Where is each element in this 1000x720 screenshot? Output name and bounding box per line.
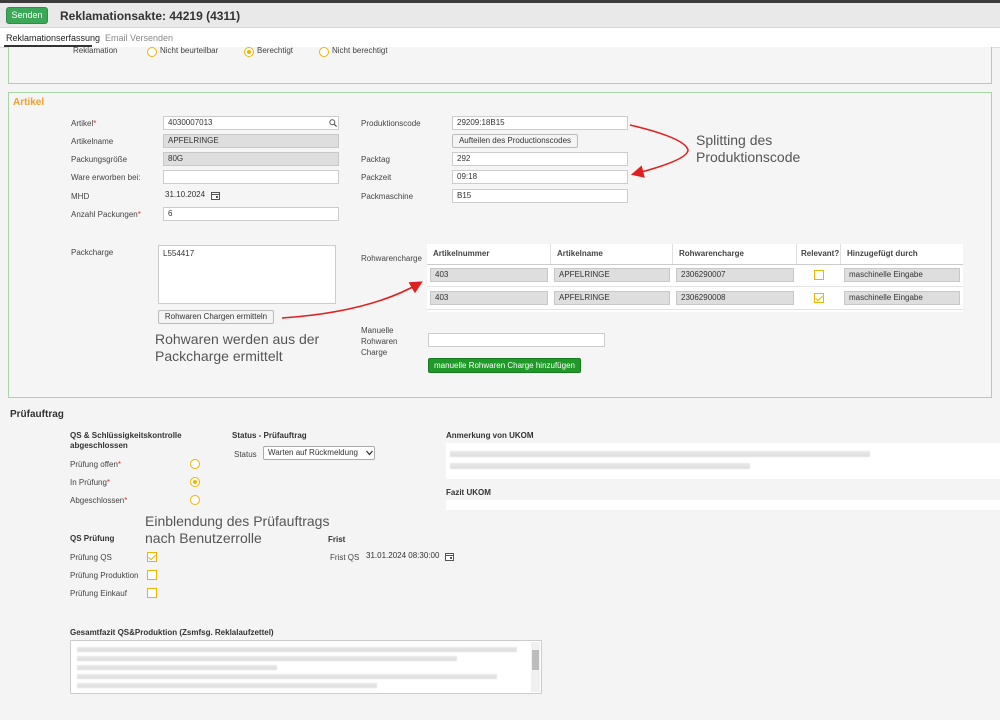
arrow-rohwaren (281, 281, 423, 319)
anmerkung-ukom-field[interactable] (446, 443, 1000, 479)
radio-abgeschlossen[interactable] (190, 495, 200, 505)
annotation-splitting: Splitting des Produktionscode (696, 132, 801, 165)
pruefung-qs-label: Prüfung QS (70, 553, 112, 562)
pruefauftrag-title: Prüfauftrag (10, 409, 64, 420)
pruefung-einkauf-label: Prüfung Einkauf (70, 589, 127, 598)
gesamtfazit-textarea[interactable] (70, 640, 542, 694)
pruefung-produktion-label: Prüfung Produktion (70, 571, 139, 580)
pruefung-einkauf-checkbox[interactable] (147, 588, 157, 598)
radio-in-pruefung[interactable] (190, 477, 200, 487)
arrow-splitting (629, 124, 689, 178)
radio-pruefung-offen[interactable] (190, 459, 200, 469)
qs-abgeschlossen-title: QS & Schlüssigkeitskontrolle abgeschloss… (70, 431, 182, 450)
annotation-rohwaren: Rohwaren werden aus der Packcharge ermit… (155, 331, 320, 364)
status-pruefauftrag-title: Status - Prüfauftrag (232, 431, 307, 440)
fazit-ukom-title: Fazit UKOM (446, 488, 491, 497)
anmerkung-ukom-title: Anmerkung von UKOM (446, 431, 534, 440)
scrollbar-thumb[interactable] (532, 650, 539, 670)
chevron-down-icon (366, 450, 373, 456)
gesamtfazit-title: Gesamtfazit QS&Produktion (Zsmfsg. Rekla… (70, 628, 274, 637)
scrollbar[interactable] (531, 642, 540, 692)
frist-title: Frist (328, 535, 346, 544)
abgeschlossen-label: Abgeschlossen* (70, 496, 128, 505)
pruefung-offen-label: Prüfung offen* (70, 460, 122, 469)
pruefung-qs-checkbox[interactable] (147, 552, 157, 562)
annotation-arrows (281, 124, 689, 319)
qs-pruefung-title: QS Prüfung (70, 534, 115, 543)
pruefung-produktion-checkbox[interactable] (147, 570, 157, 580)
fazit-ukom-field[interactable] (446, 500, 1000, 510)
status-label: Status (234, 450, 257, 459)
in-pruefung-label: In Prüfung* (70, 478, 111, 487)
frist-qs-label: Frist QS (330, 553, 360, 562)
annotation-einblendung: Einblendung des Prüfauftrags nach Benutz… (145, 513, 330, 546)
frist-qs-input[interactable]: 31.01.2024 08:30:00 (364, 550, 444, 564)
calendar-icon[interactable] (445, 552, 454, 561)
status-select[interactable]: Warten auf Rückmeldung (263, 446, 375, 460)
